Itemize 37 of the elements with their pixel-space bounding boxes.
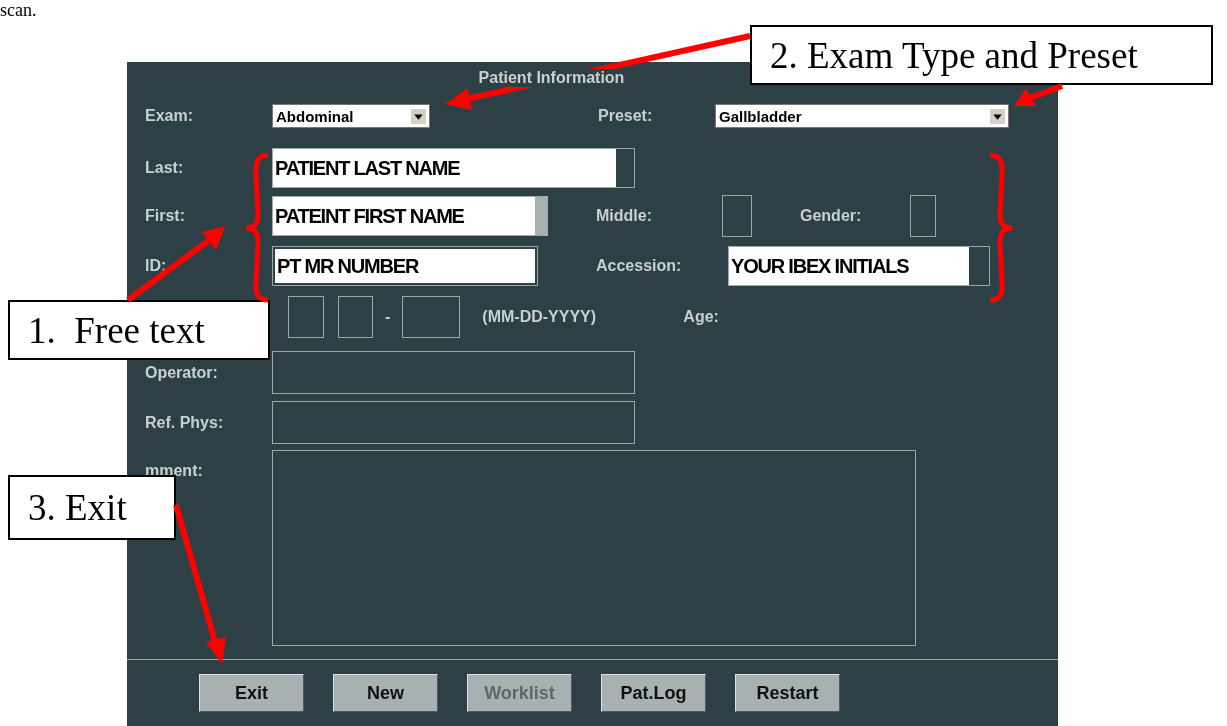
field-label: Accession: — [596, 257, 683, 275]
action-button[interactable]: Pat.Log — [601, 674, 706, 712]
field-label: Preset: — [598, 107, 654, 125]
exam-dropdown[interactable]: Abdominal — [272, 104, 430, 128]
date-separator: - — [385, 308, 391, 326]
action-button[interactable]: Restart — [735, 674, 840, 712]
field-label: ID: — [145, 257, 168, 275]
action-button[interactable]: Exit — [199, 674, 304, 712]
document-text: scan. — [0, 0, 37, 20]
field-label: Middle: — [596, 207, 653, 225]
panel-title: Patient Information — [478, 69, 625, 87]
field-label: Age: — [683, 308, 720, 326]
date-format-hint: (MM-DD-YYYY) — [482, 308, 598, 326]
gender-field[interactable] — [910, 195, 936, 237]
operator-field[interactable] — [272, 351, 635, 394]
callout-label: 3. Exit — [8, 475, 176, 540]
callout-label: 1. Free text — [8, 300, 270, 360]
comment-field[interactable] — [272, 450, 916, 646]
callout-arrow — [1014, 83, 1064, 106]
field-label: Operator: — [145, 363, 219, 382]
preset-dropdown[interactable]: Gallbladder — [715, 104, 1009, 128]
id-field[interactable]: PT MR NUMBER — [272, 246, 538, 286]
accession-field[interactable]: YOUR IBEX INITIALS — [728, 246, 990, 286]
first-name-field[interactable]: PATEINT FIRST NAME — [272, 196, 548, 236]
field-label: Last: — [145, 159, 185, 177]
date-field[interactable] — [288, 296, 324, 338]
field-label: Gender: — [800, 207, 863, 225]
field-label: Exam: — [145, 107, 195, 125]
field-label: First: — [145, 207, 186, 225]
action-button[interactable]: New — [333, 674, 438, 712]
last-name-field[interactable]: PATIENT LAST NAME — [272, 148, 635, 188]
ref-phys-field[interactable] — [272, 401, 635, 444]
date-field[interactable] — [338, 296, 373, 338]
callout-label: 2. Exam Type and Preset — [750, 25, 1213, 85]
middle-field[interactable] — [722, 195, 752, 237]
date-field[interactable] — [402, 296, 461, 338]
field-label: Ref. Phys: — [145, 413, 225, 432]
